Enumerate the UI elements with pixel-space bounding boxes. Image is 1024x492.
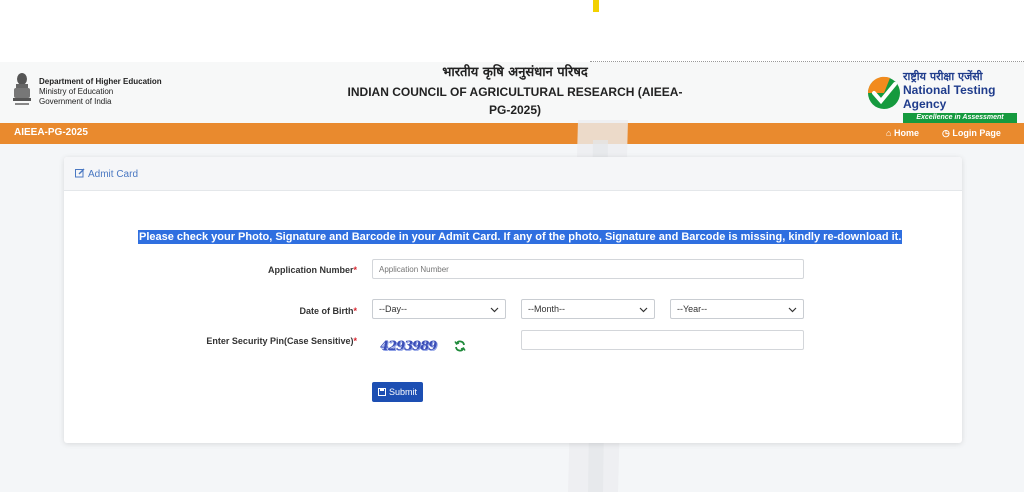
edit-icon [75, 168, 85, 178]
card-header: Admit Card [64, 157, 962, 191]
title-hindi: भारतीय कृषि अनुसंधान परिषद [442, 65, 588, 80]
nta-hindi-name: राष्ट्रीय परीक्षा एजेंसी [903, 70, 983, 83]
year-selected-value: --Year-- [677, 304, 708, 314]
application-number-label: Application Number* [224, 265, 357, 275]
nta-english-name: National Testing Agency [903, 83, 996, 111]
chevron-down-icon [639, 307, 648, 313]
clock-icon: ◷ [942, 128, 950, 138]
day-select[interactable]: --Day-- [372, 299, 506, 319]
admit-card-panel: Admit Card Please check your Photo, Sign… [64, 157, 962, 443]
home-link-label: Home [893, 128, 919, 138]
day-selected-value: --Day-- [379, 304, 407, 314]
month-selected-value: --Month-- [528, 304, 566, 314]
captcha-image: 4293989 [380, 339, 437, 354]
login-page-link[interactable]: ◷ Login Page [942, 128, 1001, 139]
required-marker: * [353, 306, 357, 316]
chevron-down-icon [788, 307, 797, 313]
submit-button[interactable]: Submit [372, 382, 424, 402]
nta-branding: राष्ट्रीय परीक्षा एजेंसी National Testin… [903, 70, 1017, 123]
application-number-label-text: Application Number [267, 265, 354, 275]
required-marker: * [353, 336, 357, 346]
navbar-brand[interactable]: AIEEA-PG-2025 [14, 127, 88, 138]
year-select[interactable]: --Year-- [670, 299, 804, 319]
nta-logo-icon [867, 76, 900, 109]
date-of-birth-label-text: Date of Birth [299, 306, 354, 316]
title-english-line2: PG-2025) [488, 103, 542, 117]
nta-tagline: Excellence in Assessment [903, 113, 1017, 123]
card-title: Admit Card [88, 169, 139, 180]
save-icon [378, 388, 386, 396]
download-notice: Please check your Photo, Signature and B… [138, 230, 903, 244]
date-of-birth-label: Date of Birth* [224, 306, 357, 316]
page-title: भारतीय कृषि अनुसंधान परिषद INDIAN COUNCI… [340, 65, 690, 119]
government-name: Government of India [39, 97, 112, 106]
title-english: INDIAN COUNCIL OF AGRICULTURAL RESEARCH … [340, 83, 690, 119]
department-block: Department of Higher Education Ministry … [39, 77, 162, 107]
yellow-marker [593, 0, 599, 12]
site-header: Department of Higher Education Ministry … [0, 62, 1024, 123]
top-blank-strip [0, 0, 1024, 62]
title-english-line1: INDIAN COUNCIL OF AGRICULTURAL RESEARCH … [347, 85, 683, 99]
login-link-label: Login Page [952, 128, 1001, 138]
required-marker: * [353, 265, 357, 275]
department-name: Department of Higher Education [39, 77, 162, 86]
month-select[interactable]: --Month-- [521, 299, 655, 319]
security-pin-label-text: Enter Security Pin(Case Sensitive) [206, 336, 354, 346]
security-pin-input[interactable] [521, 330, 804, 350]
ministry-name: Ministry of Education [39, 87, 114, 96]
submit-label: Submit [389, 387, 418, 397]
home-icon: ⌂ [886, 128, 892, 138]
chevron-down-icon [490, 307, 499, 313]
home-link[interactable]: ⌂ Home [886, 128, 919, 138]
refresh-icon[interactable] [454, 340, 466, 352]
security-pin-label: Enter Security Pin(Case Sensitive)* [184, 336, 357, 346]
national-emblem-icon [13, 73, 31, 105]
application-number-input[interactable] [372, 259, 804, 279]
top-navbar: AIEEA-PG-2025 ⌂ Home ◷ Login Page [0, 123, 1024, 144]
